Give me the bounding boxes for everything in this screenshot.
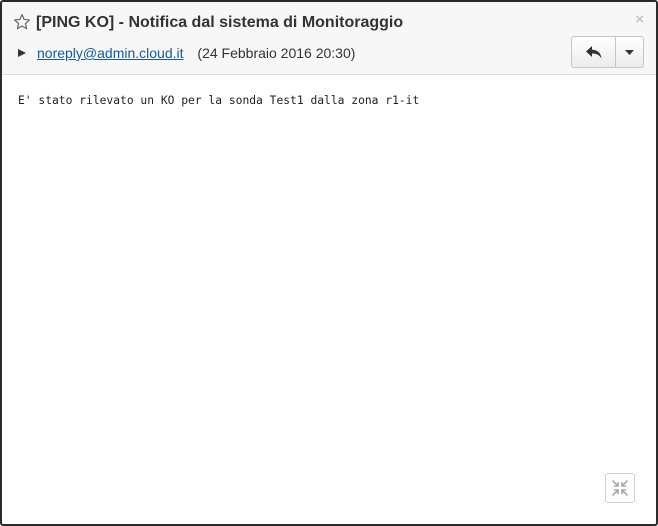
- expand-triangle-icon[interactable]: [17, 48, 27, 58]
- message-header: [PING KO] - Notifica dal sistema di Moni…: [2, 2, 656, 75]
- message-subject: [PING KO] - Notifica dal sistema di Moni…: [36, 14, 404, 31]
- reply-button-group: [571, 36, 644, 68]
- reply-button[interactable]: [572, 37, 616, 67]
- message-body: E' stato rilevato un KO per la sonda Tes…: [18, 94, 420, 107]
- sender-row: noreply@admin.cloud.it (24 Febbraio 2016…: [37, 45, 355, 61]
- close-icon[interactable]: ×: [635, 12, 644, 28]
- fullscreen-compress-icon: [612, 480, 628, 496]
- message-window: [PING KO] - Notifica dal sistema di Moni…: [0, 0, 658, 526]
- caret-down-icon: [625, 49, 634, 55]
- fullscreen-button[interactable]: [605, 473, 635, 503]
- reply-icon: [585, 45, 601, 58]
- message-date: (24 Febbraio 2016 20:30): [197, 45, 356, 61]
- more-actions-button[interactable]: [616, 37, 643, 67]
- sender-email-link[interactable]: noreply@admin.cloud.it: [37, 45, 184, 61]
- star-icon[interactable]: [13, 13, 31, 31]
